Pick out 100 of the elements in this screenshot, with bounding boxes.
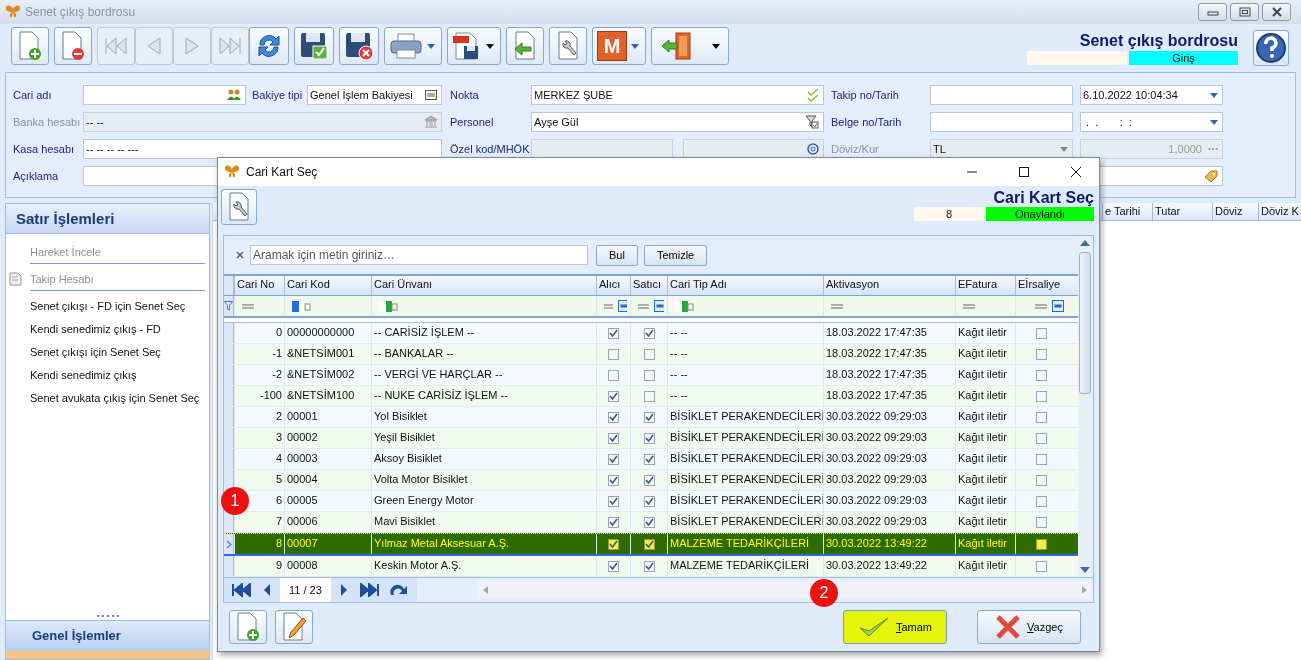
checkbox[interactable] [608,348,619,360]
vertical-scrollbar[interactable] [1078,236,1092,577]
help-button[interactable] [1253,30,1289,66]
checkbox[interactable] [643,432,655,444]
add-record-button[interactable] [229,610,267,644]
scroll-left-icon[interactable] [482,586,488,594]
checkbox[interactable] [608,538,619,550]
checkbox[interactable] [608,560,619,572]
column-header[interactable]: Döviz K [1258,203,1301,220]
checkbox[interactable] [608,327,619,339]
checkbox[interactable] [1036,538,1047,550]
checkbox[interactable] [1036,516,1047,528]
table-row[interactable]: -2 &NETSİM002 -- VERGİ VE HARÇLAR -- -- -- 18.03.2022 17:47:35 Kağıt iletir [224,365,1078,386]
next-page-icon[interactable] [338,583,349,597]
scrollbar-thumb[interactable] [1079,252,1091,394]
ok-button[interactable]: Tamam [843,610,947,644]
panel-header[interactable]: Genel İşlemler [6,620,209,651]
checkbox[interactable] [643,369,655,381]
column-header[interactable]: Satıcı [630,276,667,295]
column-header[interactable]: Cari Tip Adı [667,276,823,295]
checkbox[interactable] [643,348,655,360]
checkbox[interactable] [1036,369,1047,381]
checkbox[interactable] [1036,411,1047,423]
checkbox-filter-icon[interactable] [653,300,664,312]
checkbox-filter-icon[interactable] [1052,300,1064,312]
checkbox[interactable] [1036,432,1047,444]
checkbox[interactable] [608,390,619,402]
sidebar-item[interactable]: Senet avukata çıkış için Senet Seç [30,391,200,404]
clear-button[interactable]: Temizle [643,244,708,266]
input-field[interactable]: -- -- -- -- --- [83,139,442,159]
text-filter-icon[interactable] [379,300,399,312]
sidebar-item[interactable]: Kendi senedimiz çıkış - FD [30,322,161,335]
row-indicator[interactable] [224,534,234,554]
last-page-icon[interactable] [358,583,379,597]
table-row[interactable]: 4 00003 Aksoy Bisiklet BİSİKLET PERAKENDECİLERİ 30.03.2022 09:29:03 Kağıt iletir [224,449,1078,470]
scroll-down-icon[interactable] [1080,567,1090,573]
row-indicator[interactable] [224,512,234,532]
save-button[interactable] [294,27,334,65]
table-row[interactable]: 9 00008 Keskin Motor A.Ş. MALZEME TEDARİKÇİLERİ 30.03.2022 13:49:22 Kağıt iletir [224,556,1078,577]
m-button[interactable]: M [592,27,646,65]
equals-icon[interactable] [242,303,254,309]
column-header[interactable]: Cari Kod [284,276,371,295]
import-button[interactable] [506,27,544,65]
checkbox[interactable] [1036,348,1047,360]
dropdown-field[interactable]: Genel İşlem Bakiyesi [307,85,442,105]
checkbox[interactable] [1036,495,1047,507]
date-field[interactable]: . . : : [1080,112,1223,132]
table-row[interactable]: 2 00001 Yol Bisiklet BİSİKLET PERAKENDECİLERİ 30.03.2022 09:29:03 Kağıt iletir [224,407,1078,428]
print-button[interactable] [384,27,442,65]
sidebar-item[interactable]: Kendi senedimiz çıkış [30,368,137,381]
table-row[interactable]: -100 &NETSİM100 -- NUKE CARİSİZ İŞLEM -- -- -- 18.03.2022 17:47:35 Kağıt iletir [224,386,1078,407]
equals-icon[interactable] [963,303,975,309]
scroll-up-icon[interactable] [1080,240,1090,246]
clear-search-icon[interactable] [236,251,244,259]
input-field[interactable]: Ayşe Gül [531,112,824,132]
checkbox[interactable] [643,390,655,402]
checkbox[interactable] [608,495,619,507]
discard-button[interactable] [339,27,379,65]
checkbox[interactable] [1036,327,1047,339]
redo-arrow-icon[interactable] [388,583,409,597]
horizontal-scrollbar[interactable] [476,581,1093,599]
cancel-button[interactable]: Vazgeç [977,610,1081,644]
checkbox[interactable] [643,453,655,465]
table-row[interactable]: 7 00006 Mavi Bisiklet BİSİKLET PERAKENDECİLERİ 30.03.2022 09:29:03 Kağıt iletir [224,512,1078,533]
checkbox[interactable] [608,516,619,528]
find-button[interactable]: Bul [596,244,638,266]
restore-button[interactable] [1230,3,1259,21]
checkbox[interactable] [608,411,619,423]
pdf-button[interactable] [447,27,501,65]
checkbox[interactable] [643,560,655,572]
first-page-icon[interactable] [232,583,252,597]
sidebar-item[interactable]: Senet çıkışı için Senet Seç [30,345,161,358]
column-header[interactable]: Cari Ünvanı [371,276,596,295]
tools-button[interactable] [549,27,587,65]
sidebar-item[interactable]: Senet çıkışı - FD için Senet Seç [30,299,186,312]
checkbox[interactable] [608,432,619,444]
text-filter-icon[interactable] [675,300,695,312]
date-field[interactable]: 6.10.2022 10:04:34 [1080,85,1223,105]
refresh-button[interactable] [249,27,289,65]
checkbox[interactable] [1036,560,1047,572]
equals-icon[interactable] [638,303,649,309]
input-field[interactable] [930,112,1073,132]
equals-icon[interactable] [1035,303,1047,309]
scroll-right-icon[interactable] [1082,586,1087,594]
column-header[interactable]: Eİrsaliye [1015,276,1067,295]
input-field[interactable] [83,85,246,105]
table-row[interactable]: 5 00004 Volta Motor Bisiklet BİSİKLET PERAKENDECİLERİ 30.03.2022 09:29:03 Kağıt iletir [224,470,1078,491]
new-button[interactable] [11,27,49,65]
input-field[interactable] [930,85,1073,105]
input-field[interactable] [682,139,824,159]
checkbox[interactable] [643,474,655,486]
edit-record-button[interactable] [275,610,313,644]
table-row[interactable]: 3 00002 Yeşil Bisiklet BİSİKLET PERAKENDECİLERİ 30.03.2022 09:29:03 Kağıt iletir [224,428,1078,449]
column-header[interactable]: Alıcı [596,276,630,295]
previous-page-icon[interactable] [262,583,272,597]
table-row[interactable]: 0 00000000000 -- CARİSİZ İŞLEM -- -- -- 18.03.2022 17:47:35 Kağıt iletir [224,323,1078,344]
equals-icon[interactable] [604,303,613,309]
input-field[interactable] [531,139,673,159]
column-header[interactable]: Döviz [1212,203,1258,220]
input-field[interactable]: MERKEZ ŞUBE [531,85,824,105]
